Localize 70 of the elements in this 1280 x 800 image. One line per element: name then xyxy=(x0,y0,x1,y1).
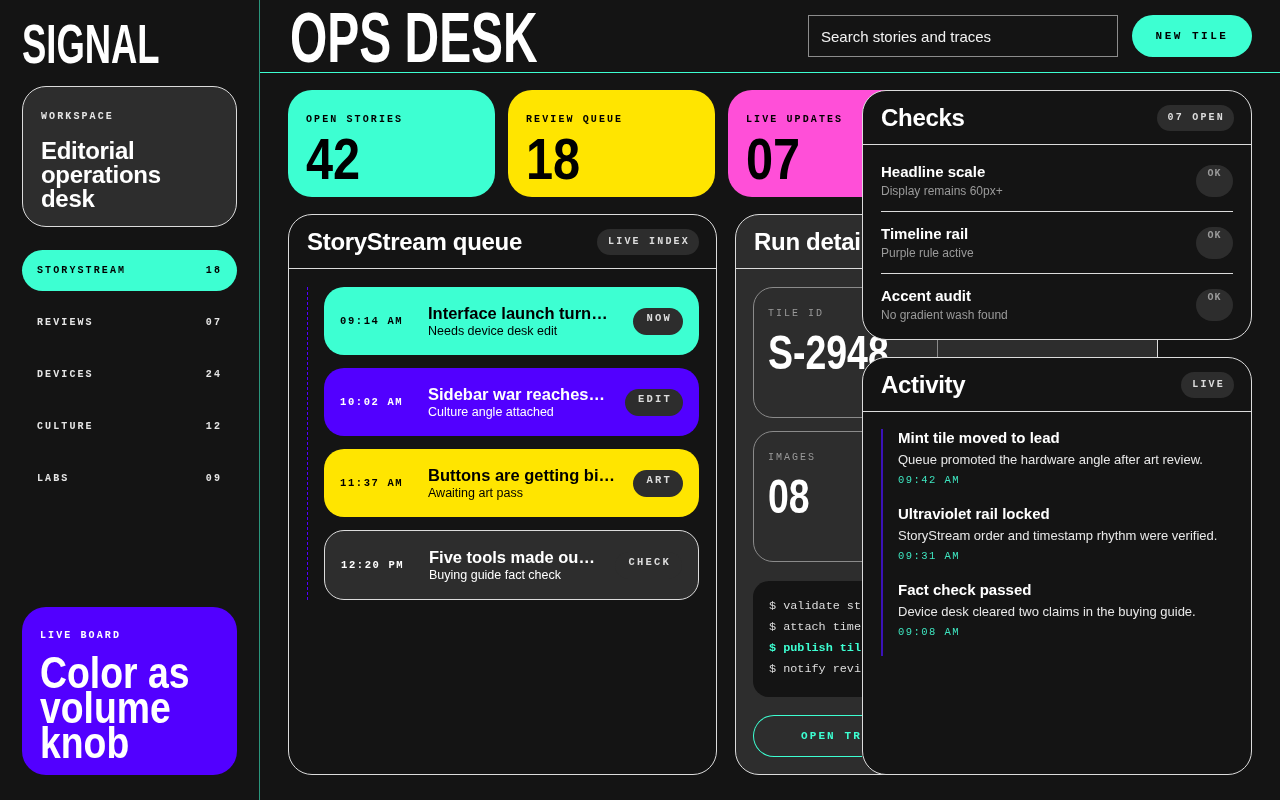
workspace-title: Editorial operations desk xyxy=(41,139,162,211)
activity-title: Fact check passed xyxy=(898,581,1032,599)
panel-title: StoryStream queue xyxy=(307,227,522,256)
panel-badge: LIVE INDEX xyxy=(597,228,699,255)
stat-value: 18 xyxy=(526,130,581,188)
stat-value: 07 xyxy=(746,130,801,188)
panel-title: Run detai xyxy=(754,227,861,256)
story-title: Sidebar war reaches… xyxy=(428,384,605,404)
new-tile-button[interactable]: NEW TILE xyxy=(1132,15,1252,57)
check-title: Accent audit xyxy=(881,286,971,305)
activity-detail: Queue promoted the hardware angle after art review. xyxy=(898,451,1203,468)
tile-label: IMAGES xyxy=(768,452,816,464)
activity-detail: StoryStream order and timestamp rhythm were verified. xyxy=(898,527,1218,544)
terminal-line: $ validate st xyxy=(769,598,862,615)
activity-time: 09:08 AM xyxy=(898,626,960,639)
activity-title: Mint tile moved to lead xyxy=(898,429,1060,447)
story-title: Five tools made ou… xyxy=(429,547,595,567)
story-title: Interface launch turn… xyxy=(428,303,608,323)
status-chip: OK xyxy=(1196,226,1233,259)
activity-title: Ultraviolet rail locked xyxy=(898,505,1050,523)
activity-time: 09:31 AM xyxy=(898,550,960,563)
story-title: Buttons are getting bi… xyxy=(428,465,615,485)
story-subtitle: Buying guide fact check xyxy=(429,567,562,583)
page-title: OPS DESK xyxy=(290,1,538,73)
story-tag: EDIT xyxy=(625,388,683,416)
check-title: Headline scale xyxy=(881,162,986,181)
check-title: Timeline rail xyxy=(881,224,969,243)
check-detail: No gradient wash found xyxy=(881,307,1008,323)
live-board-label: LIVE BOARD xyxy=(40,630,121,642)
stat-label: LIVE UPDATES xyxy=(746,114,844,126)
check-detail: Display remains 60px+ xyxy=(881,183,1003,199)
panel-title: Activity xyxy=(881,370,966,399)
nav-item[interactable]: REVIEWS 07 xyxy=(22,302,237,343)
activity-detail: Device desk cleared two claims in the buying guide. xyxy=(898,603,1196,620)
stat-label: REVIEW QUEUE xyxy=(526,114,624,126)
live-board-headline: Color as volume knob xyxy=(40,655,191,760)
story-card[interactable]: 09:14 AM Interface launch turn… Needs device desk edit NOW xyxy=(324,287,699,355)
story-subtitle: Awaiting art pass xyxy=(428,485,523,501)
search-field[interactable]: Search stories and traces xyxy=(808,15,1118,57)
panel-title: Checks xyxy=(881,103,965,132)
stat-value: 42 xyxy=(306,130,361,188)
story-time: 09:14 AM xyxy=(340,315,405,327)
terminal-line: $ notify revi xyxy=(769,661,862,678)
nav-item[interactable]: LABS 09 xyxy=(22,458,237,499)
story-time: 11:37 AM xyxy=(340,477,405,489)
story-tag: NOW xyxy=(633,307,683,335)
nav-item[interactable]: DEVICES 24 xyxy=(22,354,237,395)
tile-label: TILE ID xyxy=(768,308,824,320)
story-tag: ART xyxy=(633,469,683,497)
check-detail: Purple rule active xyxy=(881,245,974,261)
status-chip: OK xyxy=(1196,164,1233,197)
story-subtitle: Culture angle attached xyxy=(428,404,554,420)
story-time: 12:20 PM xyxy=(341,559,406,571)
story-card[interactable]: 11:37 AM Buttons are getting bi… Awaiting art pass ART xyxy=(324,449,699,517)
panel-badge: LIVE xyxy=(1181,371,1234,398)
terminal-line: $ attach time xyxy=(769,619,862,636)
story-time: 10:02 AM xyxy=(340,396,405,408)
story-subtitle: Needs device desk edit xyxy=(428,323,558,339)
status-chip: OK xyxy=(1196,288,1233,321)
stat-label: OPEN STORIES xyxy=(306,114,404,126)
logo-wordmark: SIGNAL xyxy=(22,16,160,72)
workspace-label: WORKSPACE xyxy=(41,111,114,123)
story-card[interactable]: 12:20 PM Five tools made ou… Buying guide fact check CHECK xyxy=(324,530,699,600)
story-card[interactable]: 10:02 AM Sidebar war reaches… Culture angle attached EDIT xyxy=(324,368,699,436)
terminal-line: $ publish til xyxy=(769,640,862,657)
nav-item[interactable]: STORYSTREAM 18 xyxy=(22,250,237,291)
panel-badge: 07 OPEN xyxy=(1156,104,1234,131)
activity-time: 09:42 AM xyxy=(898,474,960,487)
tile-value: 08 xyxy=(768,473,810,521)
nav-item[interactable]: CULTURE 12 xyxy=(22,406,237,447)
